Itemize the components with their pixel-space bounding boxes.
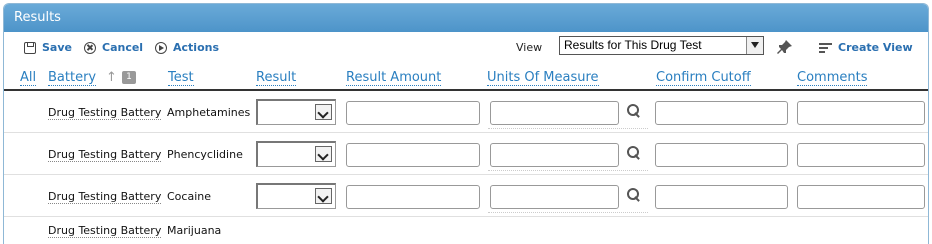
create-view-button[interactable]: Create View bbox=[819, 41, 913, 54]
table-row: Drug Testing Battery Phencyclidine bbox=[4, 133, 928, 175]
comments-input[interactable] bbox=[797, 101, 925, 125]
result-amount-input[interactable] bbox=[346, 101, 480, 125]
table-row: Drug Testing Battery Cocaine bbox=[4, 175, 928, 217]
result-amount-input[interactable] bbox=[346, 143, 480, 167]
comments-input[interactable] bbox=[797, 143, 925, 167]
save-label: Save bbox=[42, 41, 72, 54]
search-icon[interactable] bbox=[626, 145, 642, 161]
test-cell: Marijuana bbox=[167, 224, 222, 237]
actions-button[interactable]: Actions bbox=[155, 41, 219, 54]
results-panel: Results Save Cancel Actions View Results… bbox=[3, 3, 929, 244]
test-cell: Amphetamines bbox=[167, 106, 251, 119]
comments-input[interactable] bbox=[797, 185, 925, 209]
header-battery[interactable]: Battery bbox=[48, 71, 97, 86]
battery-cell[interactable]: Drug Testing Battery bbox=[48, 106, 162, 120]
result-amount-input[interactable] bbox=[346, 185, 480, 209]
units-field-underline bbox=[488, 212, 648, 213]
play-icon bbox=[155, 41, 167, 54]
battery-cell[interactable]: Drug Testing Battery bbox=[48, 224, 162, 238]
search-icon[interactable] bbox=[626, 187, 642, 203]
units-field-underline bbox=[488, 170, 648, 171]
create-view-label: Create View bbox=[838, 41, 913, 54]
battery-cell[interactable]: Drug Testing Battery bbox=[48, 148, 162, 162]
result-select[interactable] bbox=[256, 183, 336, 209]
search-icon[interactable] bbox=[626, 103, 642, 119]
header-comments[interactable]: Comments bbox=[797, 71, 868, 86]
header-all[interactable]: All bbox=[20, 71, 37, 86]
view-select[interactable]: Results for This Drug Test bbox=[559, 36, 764, 55]
header-result-amount[interactable]: Result Amount bbox=[346, 71, 442, 86]
header-confirm-cutoff[interactable]: Confirm Cutoff bbox=[656, 71, 751, 86]
toolbar: Save Cancel Actions View Results for Thi… bbox=[4, 32, 928, 62]
units-of-measure-input[interactable] bbox=[490, 143, 619, 167]
column-headers: All Battery ↑ 1 Test Result Result Amoun… bbox=[4, 62, 928, 90]
test-cell: Phencyclidine bbox=[167, 148, 243, 161]
sort-ascending-icon[interactable]: ↑ bbox=[106, 70, 117, 85]
cancel-button[interactable]: Cancel bbox=[84, 41, 143, 54]
confirm-cutoff-input[interactable] bbox=[655, 143, 788, 167]
table-row: Drug Testing Battery Amphetamines bbox=[4, 91, 928, 133]
header-units-of-measure[interactable]: Units Of Measure bbox=[487, 71, 599, 86]
list-add-icon bbox=[819, 42, 832, 53]
units-of-measure-input[interactable] bbox=[490, 101, 619, 125]
table-row: Drug Testing Battery Marijuana bbox=[4, 217, 928, 244]
header-test[interactable]: Test bbox=[168, 71, 194, 86]
save-button[interactable]: Save bbox=[24, 41, 72, 54]
test-cell: Cocaine bbox=[167, 190, 211, 203]
chevron-down-icon bbox=[746, 37, 763, 54]
chevron-down-icon bbox=[315, 104, 332, 120]
result-select[interactable] bbox=[256, 99, 336, 125]
actions-label: Actions bbox=[173, 41, 219, 54]
units-of-measure-input[interactable] bbox=[490, 185, 619, 209]
battery-cell[interactable]: Drug Testing Battery bbox=[48, 190, 162, 204]
sort-order-badge: 1 bbox=[122, 71, 136, 84]
confirm-cutoff-input[interactable] bbox=[655, 101, 788, 125]
cancel-label: Cancel bbox=[102, 41, 144, 54]
panel-title: Results bbox=[4, 4, 928, 32]
view-label: View bbox=[516, 41, 543, 54]
cancel-icon bbox=[84, 41, 96, 54]
pin-icon[interactable] bbox=[777, 39, 793, 55]
chevron-down-icon bbox=[315, 188, 332, 204]
view-select-value: Results for This Drug Test bbox=[564, 38, 702, 52]
confirm-cutoff-input[interactable] bbox=[655, 185, 788, 209]
header-result[interactable]: Result bbox=[256, 71, 297, 86]
chevron-down-icon bbox=[315, 146, 332, 162]
save-icon bbox=[24, 41, 36, 54]
result-select[interactable] bbox=[256, 141, 336, 167]
units-field-underline bbox=[488, 128, 648, 129]
